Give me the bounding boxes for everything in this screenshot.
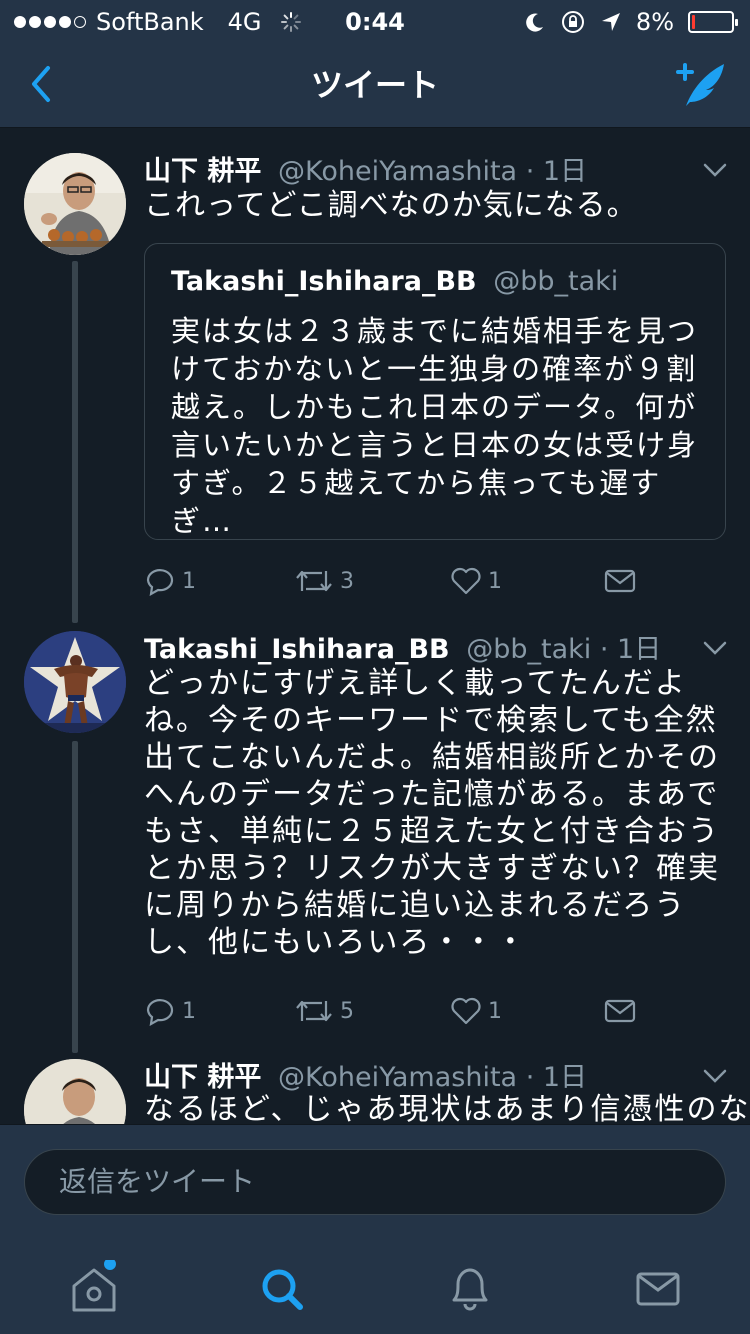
do-not-disturb-icon (526, 13, 543, 32)
avatar[interactable] (24, 1059, 126, 1124)
tweet-header: Takashi_Ishihara_BB @bb_taki · 1日 (144, 627, 661, 666)
tweet-header: 山下 耕平 @KoheiYamashita · 1日 (144, 149, 587, 188)
avatar[interactable] (24, 153, 126, 255)
tab-home[interactable] (64, 1258, 124, 1316)
home-icon (72, 1258, 116, 1312)
tweet[interactable]: Takashi_Ishihara_BB @bb_taki · 1日 どっかにすげ… (0, 609, 750, 1049)
reply-icon (146, 999, 174, 1026)
tweet[interactable]: 山下 耕平 @KoheiYamashita · 1日 これってどこ調べなのか気に… (0, 129, 750, 609)
display-name[interactable]: 山下 耕平 (144, 156, 261, 187)
timestamp: 1日 (542, 1062, 588, 1093)
reply-count: 1 (182, 998, 196, 1024)
separator: · (525, 156, 543, 187)
mail-icon (604, 999, 636, 1023)
tweet-actions: 1 5 1 (144, 991, 644, 1031)
location-icon (601, 13, 620, 31)
retweet-button[interactable]: 5 (294, 991, 354, 1031)
retweet-icon (296, 570, 332, 592)
retweet-count: 3 (340, 568, 354, 594)
tweet-text: どっかにすげえ詳しく載ってたんだよね。今そのキーワードで検索しても全然出てこない… (144, 666, 720, 960)
reply-button[interactable]: 1 (144, 561, 196, 601)
quoted-tweet[interactable]: Takashi_Ishihara_BB @bb_taki 実は女は２３歳までに結… (144, 243, 726, 540)
tweet-actions: 1 3 1 (144, 561, 644, 601)
search-icon (262, 1269, 303, 1310)
chevron-down-icon[interactable] (702, 639, 728, 657)
mail-icon (604, 569, 636, 593)
heart-icon (451, 567, 481, 595)
separator: · (599, 634, 618, 665)
timestamp: 1日 (542, 156, 588, 187)
like-count: 1 (488, 568, 502, 594)
battery-percent: 8% (635, 8, 674, 36)
tweet[interactable]: 山下 耕平 @KoheiYamashita · 1日 なるほど、じゃあ現状はあま… (0, 1049, 750, 1124)
like-count: 1 (488, 998, 502, 1024)
direct-message-button[interactable] (604, 991, 636, 1031)
display-name[interactable]: 山下 耕平 (144, 1062, 261, 1093)
tab-messages[interactable] (628, 1260, 688, 1316)
like-button[interactable]: 1 (450, 991, 502, 1031)
tweet-thread: 山下 耕平 @KoheiYamashita · 1日 これってどこ調べなのか気に… (0, 129, 750, 1124)
reply-input[interactable]: 返信をツイート (24, 1149, 726, 1215)
status-bar: SoftBank 4G 0:44 8% (0, 0, 750, 40)
display-name[interactable]: Takashi_Ishihara_BB (144, 634, 450, 665)
like-button[interactable]: 1 (450, 561, 502, 601)
direct-message-button[interactable] (604, 561, 636, 601)
page-title: ツイート (310, 66, 439, 104)
heart-icon (451, 997, 481, 1025)
chevron-down-icon[interactable] (702, 161, 728, 179)
compose-tweet-icon[interactable] (672, 56, 728, 112)
battery-icon (688, 11, 738, 33)
user-handle[interactable]: @bb_taki (466, 634, 591, 665)
reply-bar: 返信をツイート (0, 1124, 750, 1238)
status-right: 8% (524, 8, 738, 36)
user-handle[interactable]: @KoheiYamashita (278, 1062, 517, 1093)
tab-bar (0, 1238, 750, 1334)
messages-icon (636, 1272, 680, 1306)
notifications-icon (452, 1268, 488, 1311)
tweet-header: 山下 耕平 @KoheiYamashita · 1日 (144, 1055, 587, 1094)
tab-notifications[interactable] (440, 1260, 500, 1316)
reply-button[interactable]: 1 (144, 991, 196, 1031)
avatar[interactable] (24, 631, 126, 733)
reply-count: 1 (182, 568, 196, 594)
retweet-count: 5 (340, 998, 354, 1024)
reply-icon (146, 569, 174, 596)
quoted-handle: @bb_taki (493, 266, 619, 297)
tab-search[interactable] (252, 1260, 312, 1316)
timestamp: 1日 (617, 634, 662, 665)
tweet-text: これってどこ調べなのか気になる。 (144, 188, 638, 223)
quoted-tweet-header: Takashi_Ishihara_BB @bb_taki (171, 266, 618, 297)
chevron-down-icon[interactable] (702, 1067, 728, 1085)
retweet-button[interactable]: 3 (294, 561, 354, 601)
user-handle[interactable]: @KoheiYamashita (278, 156, 517, 187)
quoted-display-name: Takashi_Ishihara_BB (171, 266, 477, 297)
tweet-text: なるほど、じゃあ現状はあまり信憑性のな (144, 1092, 750, 1124)
separator: · (525, 1062, 543, 1093)
retweet-icon (296, 1000, 332, 1022)
quoted-tweet-text: 実は女は２３歳までに結婚相手を見つけておかないと一生独身の確率が９割越え。しかも… (171, 314, 699, 538)
navigation-header: SoftBank 4G 0:44 8% ツイート (0, 0, 750, 128)
rotation-lock-icon (561, 11, 584, 33)
